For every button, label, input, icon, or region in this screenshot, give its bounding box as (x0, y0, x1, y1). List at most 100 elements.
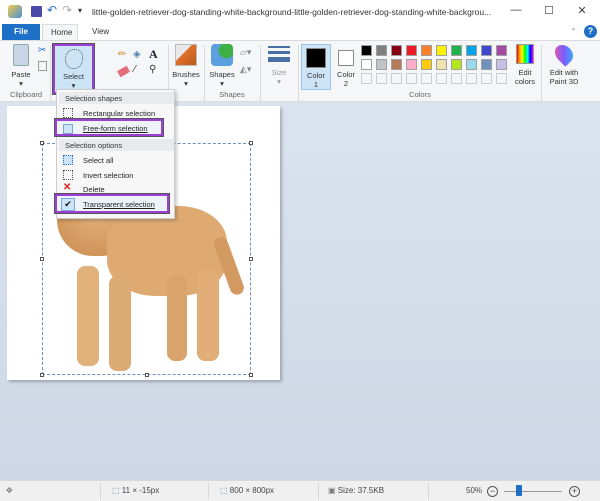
palette-color-swatch[interactable] (376, 45, 387, 56)
help-icon[interactable]: ? (584, 25, 597, 38)
magnifier-icon[interactable]: ⚲ (149, 64, 156, 75)
edit-with-paint3d-button[interactable]: Edit with Paint 3D (544, 41, 584, 86)
palette-color-swatch[interactable] (466, 45, 477, 56)
color2-label: Color (337, 70, 355, 79)
resize-handle[interactable] (145, 373, 149, 377)
custom-color-slot[interactable] (436, 73, 447, 84)
close-button[interactable]: ✕ (572, 4, 592, 20)
eraser-icon[interactable] (116, 65, 131, 78)
palette-color-swatch[interactable] (451, 59, 462, 70)
brushes-button[interactable]: Brushes ▾ (171, 44, 201, 88)
palette-color-swatch[interactable] (376, 59, 387, 70)
tab-home[interactable]: Home (42, 24, 78, 40)
redo-icon[interactable]: ↷ (62, 3, 72, 17)
minimize-button[interactable]: — (506, 4, 526, 20)
zoom-level: 50% (466, 486, 483, 495)
palette-color-swatch[interactable] (361, 59, 372, 70)
color1-button[interactable]: Color 1 (301, 44, 331, 90)
zoom-in-button[interactable]: + (569, 486, 580, 497)
shapes-button[interactable]: Shapes ▾ (207, 44, 237, 88)
quick-access-dropdown-icon[interactable]: ▾ (78, 6, 82, 15)
rectangular-label: Rectangular selection (83, 109, 156, 118)
outline-icon[interactable]: ▱▾ (240, 47, 251, 58)
paste-label: Paste (11, 70, 31, 79)
menu-item-rectangular-selection[interactable]: Rectangular selection (57, 106, 174, 120)
custom-color-slot[interactable] (376, 73, 387, 84)
resize-handle[interactable] (249, 373, 253, 377)
custom-color-slot[interactable] (466, 73, 477, 84)
custom-color-slot[interactable] (451, 73, 462, 84)
custom-color-slot[interactable] (481, 73, 492, 84)
custom-color-slot[interactable] (406, 73, 417, 84)
tab-file[interactable]: File (2, 24, 40, 40)
image-dimensions-text: 800 × 800px (229, 486, 275, 495)
palette-color-swatch[interactable] (481, 45, 492, 56)
window-title: little-golden-retriever-dog-standing-whi… (92, 7, 492, 17)
save-icon[interactable] (31, 6, 42, 17)
menu-item-transparent-selection[interactable]: ✔ Transparent selection (54, 193, 170, 214)
palette-color-swatch[interactable] (436, 45, 447, 56)
fill-icon[interactable]: ◈ (133, 49, 141, 60)
resize-handle[interactable] (40, 141, 44, 145)
palette-color-swatch[interactable] (496, 59, 507, 70)
palette-color-swatch[interactable] (496, 45, 507, 56)
menu-item-invert-selection[interactable]: Invert selection (57, 168, 174, 182)
freeform-select-icon (64, 49, 83, 69)
text-icon[interactable]: A (149, 47, 158, 62)
size-button[interactable]: Size ▾ (265, 44, 293, 86)
select-dropdown-menu: Selection shapes Rectangular selection F… (54, 89, 175, 219)
palette-color-swatch[interactable] (466, 59, 477, 70)
pencil-icon[interactable]: ✏ (118, 49, 126, 60)
palette-color-swatch[interactable] (406, 59, 417, 70)
custom-color-slot[interactable] (391, 73, 402, 84)
custom-color-slot[interactable] (361, 73, 372, 84)
brush-icon (175, 44, 197, 66)
palette-color-swatch[interactable] (406, 45, 417, 56)
color-picker-icon[interactable]: ⁄ (134, 64, 136, 75)
image-dimensions: ⬚ 800 × 800px (220, 486, 274, 495)
undo-icon[interactable]: ↶ (47, 3, 57, 17)
custom-color-slot[interactable] (496, 73, 507, 84)
color1-label: Color (307, 71, 325, 80)
paint3d-label-2: Paint 3D (549, 77, 579, 86)
select-all-icon (63, 155, 73, 165)
fill-shape-icon[interactable]: ◭▾ (240, 64, 251, 75)
maximize-button[interactable]: ☐ (539, 4, 559, 20)
palette-color-swatch[interactable] (361, 45, 372, 56)
palette-color-swatch[interactable] (391, 45, 402, 56)
shapes-group-label: Shapes (219, 90, 245, 99)
palette-color-swatch[interactable] (421, 59, 432, 70)
select-label: Select (63, 72, 84, 81)
color2-number: 2 (343, 79, 349, 88)
custom-color-slot[interactable] (421, 73, 432, 84)
paste-button[interactable]: Paste ▾ (8, 44, 34, 88)
palette-color-swatch[interactable] (436, 59, 447, 70)
resize-handle[interactable] (249, 257, 253, 261)
cut-icon[interactable]: ✂ (38, 45, 46, 56)
color2-button[interactable]: Color 2 (333, 44, 359, 88)
checkmark-icon: ✔ (61, 198, 75, 211)
zoom-out-button[interactable]: − (487, 486, 498, 497)
delete-icon: ✕ (63, 182, 72, 193)
colors-group-label: Colors (409, 90, 431, 99)
palette-color-swatch[interactable] (451, 45, 462, 56)
selection-size-icon: ⬚ (112, 486, 120, 495)
collapse-ribbon-icon[interactable]: ⌃ (570, 27, 577, 36)
select-button[interactable]: Select ▾ (52, 43, 95, 95)
edit-colors-button[interactable]: Edit colors (512, 44, 538, 86)
copy-icon[interactable] (38, 61, 47, 71)
zoom-slider-thumb[interactable] (515, 485, 522, 496)
palette-color-swatch[interactable] (391, 59, 402, 70)
menu-item-select-all[interactable]: Select all (57, 153, 174, 167)
cursor-position-icon: ✥ (6, 486, 13, 495)
color-spectrum-icon (516, 44, 534, 64)
resize-handle[interactable] (40, 373, 44, 377)
zoom-slider[interactable] (504, 491, 562, 492)
resize-handle[interactable] (249, 141, 253, 145)
palette-color-swatch[interactable] (421, 45, 432, 56)
menu-item-freeform-selection[interactable]: Free-form selection (54, 118, 164, 137)
palette-color-swatch[interactable] (481, 59, 492, 70)
disk-icon: ▣ (328, 486, 336, 495)
resize-handle[interactable] (40, 257, 44, 261)
tab-view[interactable]: View (84, 24, 117, 40)
